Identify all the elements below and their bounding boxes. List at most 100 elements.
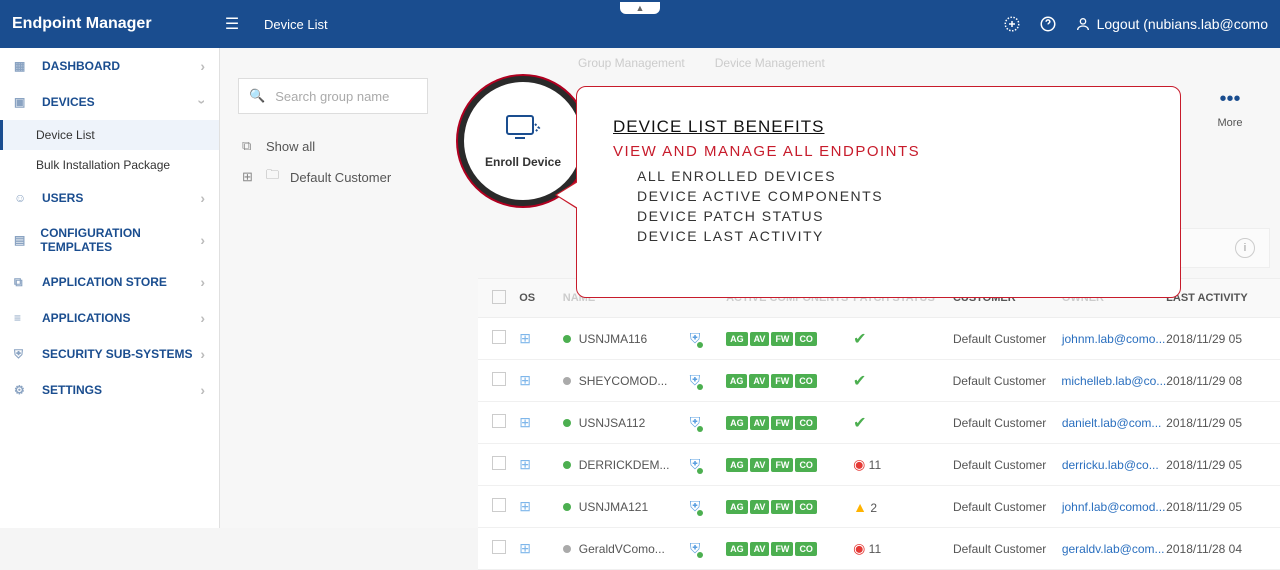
table-row[interactable]: ⊞USNJMA121⛨AGAVFWCO▲ 2Default Customerjo… <box>478 486 1280 528</box>
search-placeholder: Search group name <box>275 89 389 104</box>
os-icon: ⊞ <box>519 456 563 473</box>
sidebar-item-dashboard[interactable]: ▦DASHBOARD› <box>0 48 219 84</box>
callout-subtitle: VIEW AND MANAGE ALL ENDPOINTS <box>613 143 1150 160</box>
gear-icon: ⚙ <box>14 383 32 397</box>
tree-label: Default Customer <box>290 170 391 185</box>
tree-default-customer[interactable]: ⊞🗀Default Customer <box>238 160 470 194</box>
brand-title: Endpoint Manager <box>12 15 220 33</box>
templates-icon: ▤ <box>14 233 30 247</box>
sidebar-item-applications[interactable]: ≡APPLICATIONS› <box>0 300 219 336</box>
row-checkbox[interactable] <box>492 414 519 431</box>
os-icon: ⊞ <box>519 414 563 431</box>
tab-group-management[interactable]: Group Management <box>578 56 685 70</box>
device-name[interactable]: DERRICKDEM... <box>563 458 690 472</box>
breadcrumb: Device List <box>264 17 328 32</box>
owner-link[interactable]: michelleb.lab@co... <box>1061 374 1166 388</box>
sidebar-label: SETTINGS <box>42 383 102 397</box>
row-checkbox[interactable] <box>492 540 519 557</box>
device-name[interactable]: USNJMA116 <box>563 332 690 346</box>
security-icon: ⛨ <box>690 414 726 431</box>
owner-link[interactable]: johnm.lab@como... <box>1062 332 1166 346</box>
callout-panel: DEVICE LIST BENEFITS VIEW AND MANAGE ALL… <box>576 86 1181 298</box>
sidebar-sub-device-list[interactable]: Device List <box>0 120 219 150</box>
last-activity: 2018/11/28 04 <box>1166 542 1266 556</box>
tree-label: Show all <box>266 139 315 154</box>
last-activity: 2018/11/29 05 <box>1166 500 1266 514</box>
customer-cell: Default Customer <box>953 458 1062 472</box>
sidebar-item-config[interactable]: ▤CONFIGURATION TEMPLATES› <box>0 216 219 264</box>
patch-status: ▲ 2 <box>853 499 953 515</box>
active-components: AGAVFWCO <box>726 457 853 472</box>
table-row[interactable]: ⊞USNJMA116⛨AGAVFWCO✔Default Customerjohn… <box>478 318 1280 360</box>
search-icon: 🔍 <box>249 88 265 104</box>
security-icon: ⛨ <box>690 540 726 557</box>
owner-link[interactable]: derricku.lab@co... <box>1062 458 1166 472</box>
group-tree-column: 🔍 Search group name ⧉ Show all ⊞🗀Default C… <box>220 48 478 528</box>
active-components: AGAVFWCO <box>726 373 853 388</box>
col-os[interactable]: OS <box>519 292 563 304</box>
owner-link[interactable]: geraldv.lab@com... <box>1062 542 1166 556</box>
store-icon: ⧉ <box>14 275 32 290</box>
select-all-checkbox[interactable] <box>492 290 519 307</box>
tree-show-all[interactable]: ⧉ Show all <box>238 132 470 160</box>
active-components: AGAVFWCO <box>726 331 853 346</box>
device-name[interactable]: GeraldVComo... <box>563 542 690 556</box>
toolbar-more[interactable]: •••More <box>1190 88 1270 154</box>
show-all-icon: ⧉ <box>242 138 258 154</box>
owner-link[interactable]: johnf.lab@comod... <box>1062 500 1166 514</box>
patch-status: ✔ <box>853 413 953 433</box>
sidebar-sub-bulk-install[interactable]: Bulk Installation Package <box>0 150 219 180</box>
patch-status: ✔ <box>853 371 953 391</box>
last-activity: 2018/11/29 05 <box>1166 416 1266 430</box>
customer-cell: Default Customer <box>953 542 1062 556</box>
sidebar-label: DEVICES <box>42 95 95 109</box>
security-icon: ⛨ <box>690 456 726 473</box>
sidebar-item-devices[interactable]: ▣DEVICES› <box>0 84 219 120</box>
col-last[interactable]: LAST ACTIVITY <box>1166 292 1266 304</box>
sidebar-item-settings[interactable]: ⚙SETTINGS› <box>0 372 219 408</box>
os-icon: ⊞ <box>519 372 563 389</box>
row-checkbox[interactable] <box>492 456 519 473</box>
last-activity: 2018/11/29 05 <box>1166 332 1266 346</box>
group-search-input[interactable]: 🔍 Search group name <box>238 78 428 114</box>
row-checkbox[interactable] <box>492 498 519 515</box>
table-row[interactable]: ⊞SHEYCOMOD...⛨AGAVFWCO✔Default Customerm… <box>478 360 1280 402</box>
patch-status: ✔ <box>853 329 953 349</box>
table-row[interactable]: ⊞DERRICKDEM...⛨AGAVFWCO◉ 11Default Custo… <box>478 444 1280 486</box>
customer-cell: Default Customer <box>953 332 1062 346</box>
row-checkbox[interactable] <box>492 330 519 347</box>
table-row[interactable]: ⊞USNJSA112⛨AGAVFWCO✔Default Customerdani… <box>478 402 1280 444</box>
sidebar-item-appstore[interactable]: ⧉APPLICATION STORE› <box>0 264 219 300</box>
sidebar-label: APPLICATIONS <box>42 311 130 325</box>
callout-line: ALL ENROLLED DEVICES <box>637 168 1150 184</box>
table-row[interactable]: ⊞GeraldVComo...⛨AGAVFWCO◉ 11Default Cust… <box>478 528 1280 570</box>
last-activity: 2018/11/29 05 <box>1166 458 1266 472</box>
os-icon: ⊞ <box>519 540 563 557</box>
os-icon: ⊞ <box>519 498 563 515</box>
tab-device-management[interactable]: Device Management <box>715 56 825 70</box>
expand-icon: ⊞ <box>242 169 258 185</box>
dashboard-icon: ▦ <box>14 59 32 73</box>
sidebar-item-security[interactable]: ⛨SECURITY SUB-SYSTEMS› <box>0 336 219 372</box>
customer-cell: Default Customer <box>953 374 1062 388</box>
row-checkbox[interactable] <box>492 372 519 389</box>
patch-status: ◉ 11 <box>853 540 953 557</box>
sidebar-item-users[interactable]: ☺USERS› <box>0 180 219 216</box>
device-name[interactable]: SHEYCOMOD... <box>563 374 690 388</box>
logout-link[interactable]: Logout (nubians.lab@como <box>1075 16 1268 32</box>
help-icon[interactable] <box>1039 15 1057 33</box>
logout-label: Logout (nubians.lab@como <box>1097 16 1268 32</box>
info-icon[interactable]: i <box>1235 238 1255 258</box>
hamburger-icon[interactable]: ☰ <box>220 14 244 34</box>
owner-link[interactable]: danielt.lab@com... <box>1062 416 1166 430</box>
callout-title: DEVICE LIST BENEFITS <box>613 117 1150 137</box>
device-name[interactable]: USNJSA112 <box>563 416 690 430</box>
device-name[interactable]: USNJMA121 <box>563 500 690 514</box>
devices-icon: ▣ <box>14 95 32 109</box>
security-icon: ⛨ <box>690 372 726 389</box>
enroll-icon <box>505 114 541 147</box>
collapse-handle-icon[interactable]: ▲ <box>620 2 660 14</box>
callout-line: DEVICE PATCH STATUS <box>637 208 1150 224</box>
patch-status: ◉ 11 <box>853 456 953 473</box>
add-icon[interactable] <box>1003 15 1021 33</box>
